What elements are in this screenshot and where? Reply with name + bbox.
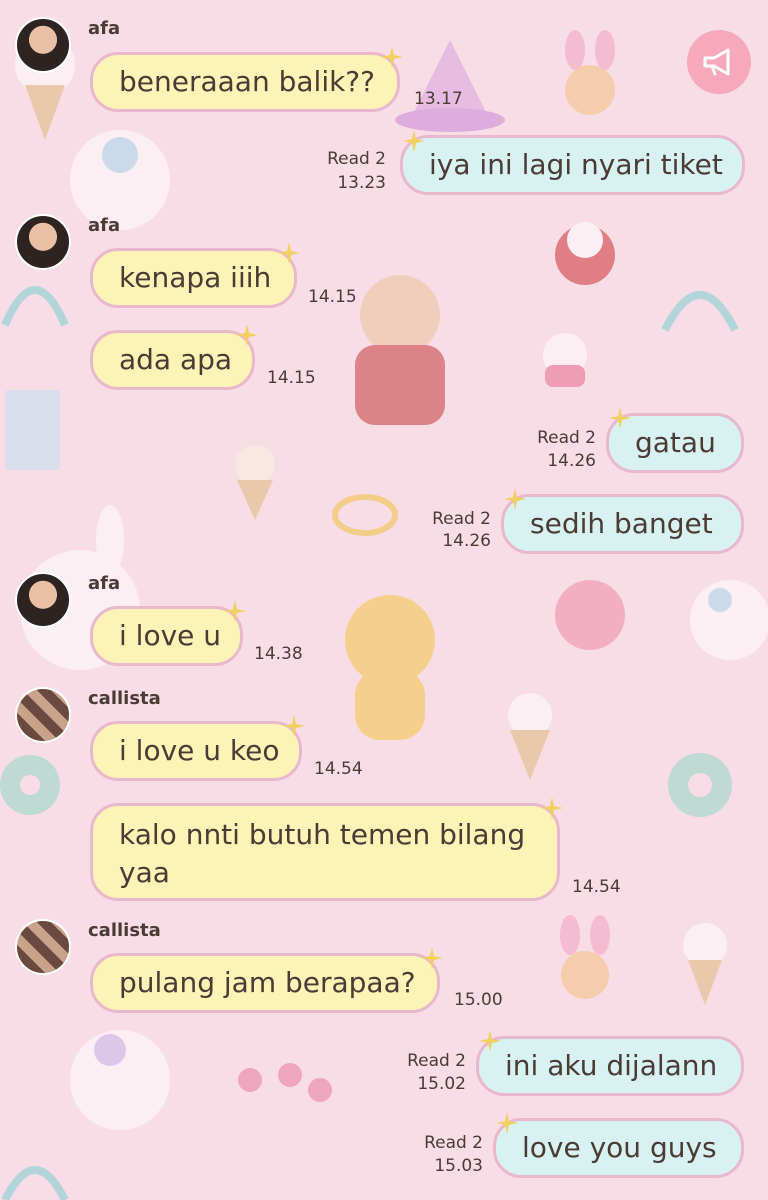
message-text: iya ini lagi nyari tiket [429, 148, 723, 181]
message-bubble[interactable]: i love u keo [90, 721, 302, 781]
message-time: 13.17 [414, 89, 463, 109]
read-receipt: Read 2 [327, 149, 386, 169]
message-bubble[interactable]: iya ini lagi nyari tiket [400, 135, 745, 195]
message-bubble[interactable]: ini aku dijalann [476, 1036, 744, 1096]
sparkle-icon [403, 130, 425, 152]
avatar-photo-afa[interactable] [15, 17, 71, 73]
pig-decoration [555, 580, 625, 650]
message-time: 14.38 [254, 644, 303, 664]
message-time: 15.02 [417, 1074, 466, 1094]
avatar-photo-afa[interactable] [15, 572, 71, 628]
sparkle-icon [283, 715, 305, 737]
donut-decoration [0, 755, 60, 815]
sender-name: afa [88, 18, 121, 39]
unicorn-decoration [70, 1030, 170, 1130]
message-text: i love u [119, 619, 222, 652]
spoons-decoration [238, 1063, 332, 1102]
message-bubble[interactable]: kenapa iiih [90, 248, 297, 308]
bunny-ring-decoration [560, 915, 610, 999]
message-bubble[interactable]: ada apa [90, 330, 255, 390]
message-text: i love u keo [119, 734, 280, 767]
sparkle-icon [421, 947, 443, 969]
message-time: 15.03 [434, 1156, 483, 1176]
message-text: ada apa [119, 343, 233, 376]
bunny-ring-decoration [565, 30, 615, 115]
read-receipt: Read 2 [424, 1133, 483, 1153]
message-time: 14.26 [442, 531, 491, 551]
message-text: sedih banget [530, 507, 713, 540]
avatar-collage-callista[interactable] [15, 687, 71, 743]
avatar-collage-callista[interactable] [15, 919, 71, 975]
sparkle-icon [479, 1030, 501, 1052]
donut-decoration [668, 753, 732, 817]
message-text: love you guys [522, 1131, 717, 1164]
read-receipt: Read 2 [407, 1051, 466, 1071]
message-time: 14.54 [572, 877, 621, 897]
message-time: 14.15 [308, 287, 357, 307]
message-bubble[interactable]: sedih banget [501, 494, 744, 554]
message-bubble[interactable]: kalo nnti butuh temen bilang yaa [90, 803, 560, 901]
message-text: ini aku dijalann [505, 1049, 718, 1082]
announcement-button[interactable] [687, 30, 751, 94]
sender-name: afa [88, 573, 121, 594]
bunny-figure-decoration [543, 333, 587, 387]
panda-decoration [683, 923, 727, 1005]
message-time: 14.54 [314, 759, 363, 779]
message-text: beneraaan balik?? [119, 65, 376, 98]
sparkle-icon [541, 797, 563, 819]
message-bubble[interactable]: i love u [90, 606, 243, 666]
message-time: 15.00 [454, 990, 503, 1010]
message-time: 13.23 [337, 173, 386, 193]
ice-cream-decoration [235, 445, 275, 520]
sparkle-icon [496, 1112, 518, 1134]
ring-decoration [332, 494, 398, 536]
unicorn-decoration [690, 580, 768, 660]
message-bubble[interactable]: pulang jam berapaa? [90, 953, 440, 1013]
sender-name: callista [88, 688, 161, 709]
read-receipt: Read 2 [537, 428, 596, 448]
dragon-decoration [345, 595, 435, 740]
sender-name: afa [88, 215, 121, 236]
message-time: 14.26 [547, 451, 596, 471]
read-receipt: Read 2 [432, 509, 491, 529]
ice-cream-decoration [508, 693, 552, 780]
message-bubble[interactable]: beneraaan balik?? [90, 52, 400, 112]
message-text: pulang jam berapaa? [119, 966, 416, 999]
sender-name: callista [88, 920, 161, 941]
bag-decoration [555, 222, 615, 285]
sparkle-icon [504, 488, 526, 510]
message-time: 14.15 [267, 368, 316, 388]
message-text: kalo nnti butuh temen bilang yaa [119, 818, 526, 889]
megaphone-icon [703, 48, 730, 76]
message-text: kenapa iiih [119, 261, 272, 294]
sparkle-icon [278, 242, 300, 264]
sparkle-icon [609, 407, 631, 429]
message-text: gatau [635, 426, 716, 459]
book-decoration [5, 390, 60, 470]
sparkle-icon [224, 600, 246, 622]
sparkle-icon [236, 324, 258, 346]
headband-decoration [661, 291, 739, 332]
avatar-photo-afa[interactable] [15, 214, 71, 270]
sparkle-icon [381, 46, 403, 68]
message-bubble[interactable]: love you guys [493, 1118, 744, 1178]
headband-decoration [1, 1166, 69, 1200]
